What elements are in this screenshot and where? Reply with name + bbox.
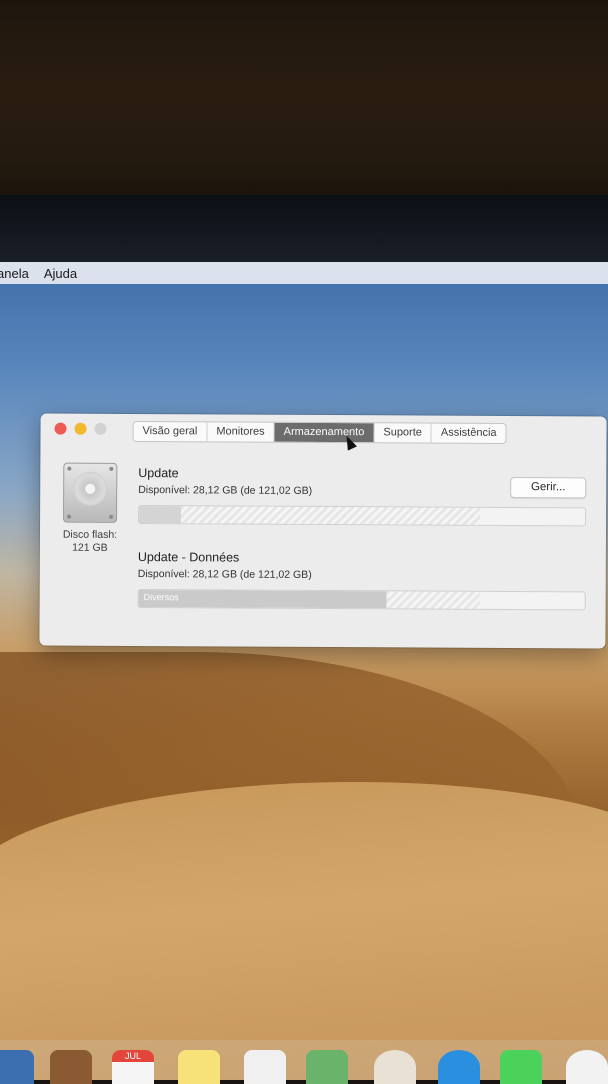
maps-icon[interactable]: [306, 1050, 348, 1084]
tab-storage[interactable]: Armazenamento: [274, 422, 375, 443]
tab-overview[interactable]: Visão geral: [133, 422, 208, 442]
minimize-button[interactable]: [74, 422, 87, 435]
tab-service[interactable]: Assistência: [432, 424, 506, 443]
messages-icon[interactable]: [500, 1050, 542, 1084]
disk-type: Disco flash:: [62, 528, 118, 541]
safari-icon[interactable]: [438, 1050, 480, 1084]
hard-drive-icon: [63, 462, 118, 523]
about-this-mac-window: Visão geral Monitores Armazenamento Supo…: [39, 413, 607, 649]
disk-label: Disco flash: 121 GB: [54, 529, 126, 555]
volume-available: Disponível: 28,12 GB (de 121,02 GB): [138, 484, 313, 497]
storage-used-segment: Diversos: [138, 590, 387, 609]
reminders-icon[interactable]: [244, 1050, 286, 1084]
menu-window[interactable]: anela: [0, 266, 38, 281]
volume-entry: Update - Données Disponível: 28,12 GB (d…: [137, 550, 586, 611]
zoom-button: [94, 422, 107, 435]
finder-icon[interactable]: [0, 1050, 34, 1084]
volume-name: Update - Données: [137, 550, 240, 565]
storage-bar[interactable]: Diversos: [137, 589, 586, 611]
background-wall: [0, 0, 608, 200]
close-button[interactable]: [54, 422, 67, 435]
storage-purgeable-segment: [181, 506, 481, 525]
music-icon[interactable]: [566, 1050, 608, 1084]
tab-support[interactable]: Suporte: [374, 423, 432, 443]
volume-entry: Update Disponível: 28,12 GB (de 121,02 G…: [138, 466, 587, 527]
menu-help[interactable]: Ajuda: [38, 266, 86, 281]
volume-name: Update: [138, 466, 179, 481]
desktop: anela Ajuda Visão geral Monitores Armaze…: [0, 262, 608, 1080]
storage-bar[interactable]: [138, 505, 587, 527]
tab-displays[interactable]: Monitores: [207, 422, 275, 442]
contacts-icon[interactable]: [50, 1050, 92, 1084]
window-controls: [54, 422, 107, 435]
disk-capacity: 121 GB: [72, 541, 108, 554]
notes-icon[interactable]: [178, 1050, 220, 1084]
calendar-icon[interactable]: JUL: [112, 1050, 154, 1084]
wallpaper-dune: [0, 782, 608, 1080]
storage-purgeable-segment: [386, 591, 480, 609]
tab-bar: Visão geral Monitores Armazenamento Supo…: [132, 421, 507, 444]
photos-icon[interactable]: [374, 1050, 416, 1084]
volume-available: Disponível: 28,12 GB (de 121,02 GB): [137, 568, 312, 581]
monitor-bezel: [0, 195, 608, 263]
storage-used-segment: [139, 506, 182, 524]
segment-label: Diversos: [143, 592, 179, 603]
menu-bar: anela Ajuda: [0, 262, 608, 284]
calendar-month: JUL: [112, 1050, 154, 1062]
